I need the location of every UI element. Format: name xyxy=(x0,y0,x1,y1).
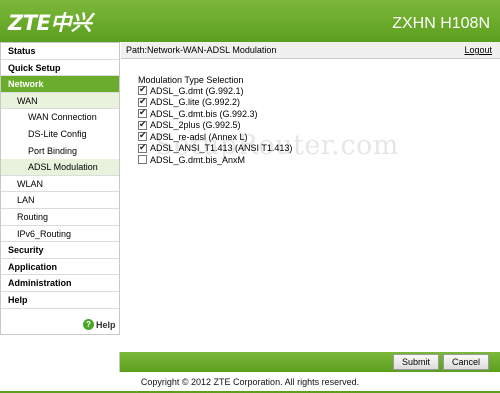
sidebar-item-wan-connection[interactable]: WAN Connection xyxy=(1,109,119,126)
checkbox-adsl-g-lite[interactable] xyxy=(138,96,147,107)
sidebar-item-wan[interactable]: WAN xyxy=(1,92,119,110)
header-bar: ZTE中兴 ZXHN H108N xyxy=(0,0,500,42)
option-label: ADSL_2plus (G.992.5) xyxy=(150,120,241,131)
breadcrumb: Path:Network-WAN-ADSL Modulation Logout xyxy=(121,42,500,59)
button-bar-spacer xyxy=(0,352,120,372)
option-adsl-g-dmt-bis-anxm[interactable]: ADSL_G.dmt.bis_AnxM xyxy=(138,154,292,166)
cancel-button[interactable]: Cancel xyxy=(443,354,489,370)
sidebar-item-lan[interactable]: LAN xyxy=(1,192,119,209)
option-label: ADSL_re-adsl (Annex L) xyxy=(150,131,248,142)
sidebar-item-security[interactable]: Security xyxy=(1,242,119,259)
model-name: ZXHN H108N xyxy=(392,15,490,32)
option-label: ADSL_G.lite (G.992.2) xyxy=(150,97,241,108)
help-link[interactable]: ? Help xyxy=(83,319,116,330)
checkbox-adsl-re-adsl[interactable] xyxy=(138,130,147,142)
option-adsl-g-dmt[interactable]: ADSL_G.dmt (G.992.1) xyxy=(138,84,292,97)
option-adsl-ansi[interactable]: ADSL_ANSI_T1.413 (ANSI T1.413) xyxy=(138,142,293,155)
option-label: ADSL_G.dmt.bis_AnxM xyxy=(150,154,246,165)
breadcrumb-path: Path:Network-WAN-ADSL Modulation xyxy=(126,45,277,55)
submit-button[interactable]: Submit xyxy=(393,354,439,370)
sidebar-item-adsl-modulation[interactable]: ADSL Modulation xyxy=(1,159,119,176)
option-label: ADSL_G.dmt (G.992.1) xyxy=(150,85,244,96)
sidebar-item-network[interactable]: Network xyxy=(1,76,119,93)
option-adsl-re-adsl[interactable]: ADSL_re-adsl (Annex L) xyxy=(138,130,292,143)
footer-copyright: Copyright © 2012 ZTE Corporation. All ri… xyxy=(0,373,500,393)
help-label: Help xyxy=(96,319,116,330)
option-label: ADSL_ANSI_T1.413 (ANSI T1.413) xyxy=(150,143,293,154)
sidebar-item-ipv6-routing[interactable]: IPv6_Routing xyxy=(1,225,119,243)
sidebar-item-application[interactable]: Application xyxy=(1,259,119,276)
logout-link[interactable]: Logout xyxy=(464,42,492,59)
modulation-options: ADSL_G.dmt (G.992.1) ADSL_G.lite (G.992.… xyxy=(138,84,293,166)
zte-logo: ZTE中兴 xyxy=(8,11,92,35)
checkbox-adsl-ansi[interactable] xyxy=(138,142,147,153)
sidebar-menu: Status Quick Setup Network WAN WAN Conne… xyxy=(0,42,120,335)
sidebar-item-ds-lite-config[interactable]: DS-Lite Config xyxy=(1,126,119,143)
main-content: Path:Network-WAN-ADSL Modulation Logout … xyxy=(121,42,500,335)
option-adsl-2plus[interactable]: ADSL_2plus (G.992.5) xyxy=(138,119,292,132)
section-title: Modulation Type Selection xyxy=(138,75,244,85)
option-adsl-g-lite[interactable]: ADSL_G.lite (G.992.2) xyxy=(138,96,292,109)
option-label: ADSL_G.dmt.bis (G.992.3) xyxy=(150,108,258,119)
sidebar-item-port-binding[interactable]: Port Binding xyxy=(1,143,119,160)
checkbox-adsl-g-dmt-bis-anxm[interactable] xyxy=(138,155,147,165)
checkbox-adsl-g-dmt-bis[interactable] xyxy=(138,107,147,119)
option-adsl-g-dmt-bis[interactable]: ADSL_G.dmt.bis (G.992.3) xyxy=(138,107,292,120)
sidebar-item-status[interactable]: Status xyxy=(1,43,119,60)
sidebar-item-administration[interactable]: Administration xyxy=(1,275,119,292)
sidebar-item-quick-setup[interactable]: Quick Setup xyxy=(1,60,119,77)
checkbox-adsl-g-dmt[interactable] xyxy=(138,84,147,96)
checkbox-adsl-2plus[interactable] xyxy=(138,119,147,130)
sidebar-item-wlan[interactable]: WLAN xyxy=(1,175,119,193)
sidebar-item-routing[interactable]: Routing xyxy=(1,208,119,226)
question-icon: ? xyxy=(83,319,94,330)
sidebar-item-help[interactable]: Help xyxy=(1,292,119,309)
